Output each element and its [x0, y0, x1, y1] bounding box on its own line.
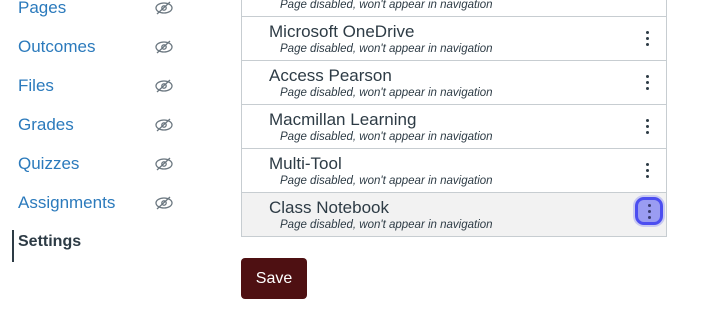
kebab-menu-icon[interactable]: [640, 116, 654, 136]
nav-item-label[interactable]: Settings: [18, 233, 81, 251]
nav-item-files[interactable]: Files: [0, 66, 200, 105]
active-indicator: [12, 230, 14, 262]
list-item-status: Page disabled, won't appear in navigatio…: [280, 131, 493, 143]
list-item-title: Class Notebook: [269, 198, 390, 217]
nav-item-outcomes[interactable]: Outcomes: [0, 27, 200, 66]
eye-slash-icon: [154, 196, 174, 210]
list-item-title: Multi-Tool: [269, 154, 342, 173]
eye-slash-icon: [154, 1, 174, 15]
list-item[interactable]: Access Pearson Page disabled, won't appe…: [242, 60, 666, 104]
list-item-status: Page disabled, won't appear in navigatio…: [280, 0, 493, 11]
list-item-status: Page disabled, won't appear in navigatio…: [280, 43, 493, 55]
course-settings-page: Pages Outcomes Files Grades Quizzes Assi…: [0, 0, 726, 328]
list-item-title: Microsoft OneDrive: [269, 22, 415, 41]
list-item[interactable]: Macmillan Learning Page disabled, won't …: [242, 104, 666, 148]
nav-item-grades[interactable]: Grades: [0, 105, 200, 144]
nav-item-label[interactable]: Outcomes: [18, 37, 95, 57]
nav-item-label[interactable]: Files: [18, 76, 54, 96]
list-item-title: Access Pearson: [269, 66, 392, 85]
kebab-menu-icon[interactable]: [635, 197, 663, 225]
nav-item-label[interactable]: Pages: [18, 0, 66, 18]
nav-item-label[interactable]: Grades: [18, 115, 74, 135]
eye-slash-icon: [154, 40, 174, 54]
course-navigation: Pages Outcomes Files Grades Quizzes Assi…: [0, 0, 200, 262]
list-item-status: Page disabled, won't appear in navigatio…: [280, 87, 493, 99]
nav-item-settings[interactable]: Settings: [0, 222, 200, 262]
list-item[interactable]: Class Notebook Page disabled, won't appe…: [242, 192, 666, 236]
kebab-menu-icon[interactable]: [640, 72, 654, 92]
list-item[interactable]: Microsoft OneDrive Page disabled, won't …: [242, 16, 666, 60]
list-item-status: Page disabled, won't appear in navigatio…: [280, 219, 493, 231]
list-item-title: Macmillan Learning: [269, 110, 417, 129]
disabled-nav-list: Page disabled, won't appear in navigatio…: [241, 0, 667, 237]
list-item-status: Page disabled, won't appear in navigatio…: [280, 175, 493, 187]
nav-item-quizzes[interactable]: Quizzes: [0, 144, 200, 183]
eye-slash-icon: [154, 118, 174, 132]
nav-item-assignments[interactable]: Assignments: [0, 183, 200, 222]
kebab-menu-icon[interactable]: [640, 28, 654, 48]
nav-item-pages[interactable]: Pages: [0, 0, 200, 27]
eye-slash-icon: [154, 157, 174, 171]
list-item[interactable]: Page disabled, won't appear in navigatio…: [242, 0, 666, 16]
nav-item-label[interactable]: Assignments: [18, 193, 115, 213]
eye-slash-icon: [154, 79, 174, 93]
list-item[interactable]: Multi-Tool Page disabled, won't appear i…: [242, 148, 666, 192]
nav-item-label[interactable]: Quizzes: [18, 154, 79, 174]
kebab-menu-icon[interactable]: [640, 160, 654, 180]
save-button[interactable]: Save: [241, 258, 307, 299]
